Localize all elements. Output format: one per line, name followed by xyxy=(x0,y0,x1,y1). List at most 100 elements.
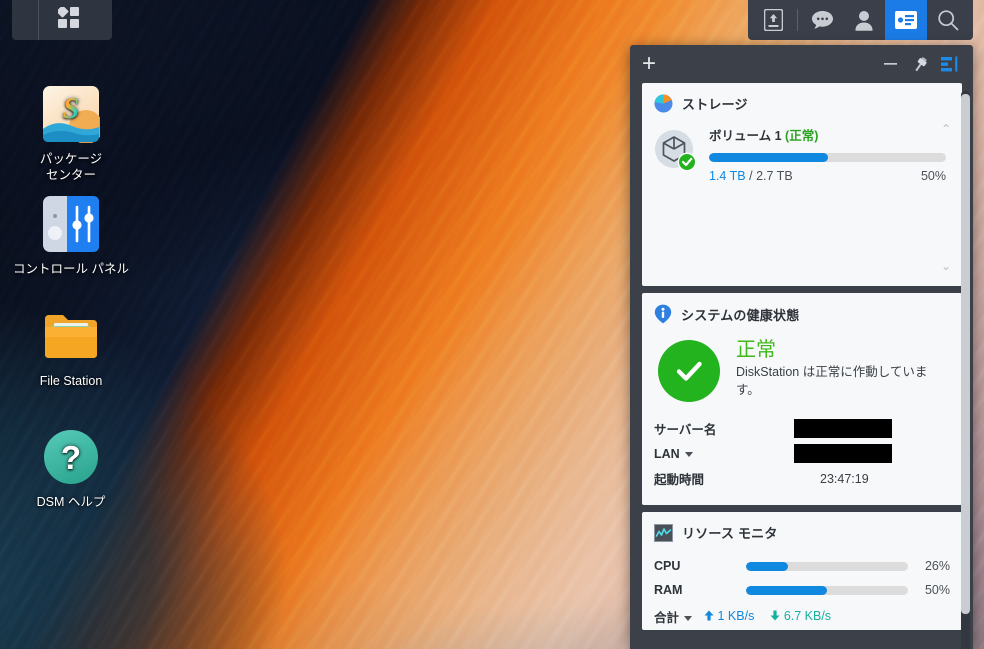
minimize-button[interactable] xyxy=(875,49,905,79)
desktop-icon-control-panel[interactable]: コントロール パネル xyxy=(6,195,136,277)
download-arrow-icon xyxy=(770,610,780,621)
network-scope-label: 合計 xyxy=(654,610,680,625)
download-speed: 6.7 KB/s xyxy=(783,609,832,623)
chevron-down-icon[interactable] xyxy=(684,451,693,457)
dsm-help-icon: ? xyxy=(41,428,101,488)
minimize-icon xyxy=(883,63,897,65)
volume-stats: 1.4 TB / 2.7 TB 50% xyxy=(709,169,946,183)
health-value xyxy=(794,419,892,438)
widgets-toggle-button[interactable] xyxy=(885,0,927,40)
pin-icon xyxy=(914,56,927,71)
volume-separator: / xyxy=(749,169,753,183)
storage-header: ストレージ xyxy=(642,83,962,119)
dock-button[interactable] xyxy=(935,49,965,79)
desktop-icon-label: File Station xyxy=(39,374,103,388)
resource-monitor-icon xyxy=(654,523,673,542)
resource-title: リソース モニタ xyxy=(682,526,778,541)
health-check-badge xyxy=(658,340,720,402)
lan-label: LAN xyxy=(654,446,680,461)
health-text: 正常 DiskStation は正常に作動しています。 xyxy=(736,338,950,402)
taskbar-right-divider xyxy=(797,9,798,31)
info-pin-icon xyxy=(654,304,672,324)
health-details-table: サーバー名 LAN 起動時間 23:47:19 xyxy=(642,402,962,491)
taskbar-right xyxy=(748,0,973,40)
chat-bubble-icon xyxy=(811,11,833,29)
cpu-bar-track xyxy=(746,561,908,571)
cpu-bar xyxy=(746,561,908,571)
health-status: 正常 xyxy=(736,339,776,361)
redacted-server-name xyxy=(794,419,892,438)
main-menu-button[interactable] xyxy=(56,5,80,34)
cpu-bar-fill xyxy=(746,561,789,571)
cpu-percent: 26% xyxy=(924,559,950,573)
storage-title: ストレージ xyxy=(682,97,748,112)
volume-usage-fill xyxy=(709,153,828,162)
volume-row[interactable]: ボリューム 1 (正常) 1.4 TB / 2.7 TB 50% xyxy=(642,119,962,183)
grid-menu-icon xyxy=(56,5,79,28)
volume-title: ボリューム 1 (正常) xyxy=(709,125,946,144)
system-health-widget: システムの健康状態 正常 DiskStation は正常に作動しています。 サー… xyxy=(642,293,962,505)
widget-panel-scrollbar-thumb[interactable] xyxy=(961,94,970,614)
volume-info: ボリューム 1 (正常) 1.4 TB / 2.7 TB 50% xyxy=(709,125,950,183)
health-label: 起動時間 xyxy=(654,473,705,487)
desktop-icon-file-station[interactable]: File Station xyxy=(6,307,136,389)
ram-label: RAM xyxy=(654,583,683,597)
ram-percent: 50% xyxy=(924,583,950,597)
health-description: DiskStation は正常に作動しています。 xyxy=(736,365,928,397)
search-button[interactable] xyxy=(927,0,969,40)
widget-panel-scrollbar[interactable] xyxy=(961,91,970,649)
desktop-icon-label: DSM ヘルプ xyxy=(36,495,106,509)
desktop-icon-label: コントロール パネル xyxy=(13,262,129,276)
user-account-button[interactable] xyxy=(843,0,885,40)
svg-text:?: ? xyxy=(61,439,81,476)
taskbar-divider xyxy=(38,0,39,40)
desktop-icon-dsm-help[interactable]: ? DSM ヘルプ xyxy=(6,428,136,510)
ram-bar-track xyxy=(746,585,908,595)
volume-capacity: 1.4 TB / 2.7 TB xyxy=(709,169,793,183)
taskbar-left xyxy=(12,0,112,40)
dock-right-icon xyxy=(941,56,958,72)
check-icon xyxy=(676,361,702,381)
storage-scroll-down-button[interactable]: ⌄ xyxy=(941,260,951,272)
volume-usage-bar xyxy=(709,153,946,162)
storage-widget: ストレージ ボリューム 1 (正常) 1.4 TB / 2.7 TB 50% ⌃… xyxy=(642,83,962,286)
resource-metrics: CPU 26% RAM 50% 合計 1 KB/s 6.7 KB/s xyxy=(642,548,962,628)
volume-total: 2.7 TB xyxy=(756,169,793,183)
resource-header: リソース モニタ xyxy=(642,512,962,548)
health-title: システムの健康状態 xyxy=(681,307,800,323)
health-row-lan[interactable]: LAN xyxy=(654,441,950,466)
resource-row-ram: RAM 50% xyxy=(654,578,950,602)
upload-arrow-icon xyxy=(704,610,714,621)
control-panel-icon xyxy=(41,195,101,255)
ram-bar-fill xyxy=(746,585,827,595)
upload-speed: 1 KB/s xyxy=(717,609,755,623)
network-upload: 1 KB/s xyxy=(704,609,754,623)
pin-button[interactable] xyxy=(905,49,935,79)
add-widget-button[interactable]: + xyxy=(642,52,656,76)
widget-panel-header: + xyxy=(630,45,973,83)
health-label: サーバー名 xyxy=(654,423,717,437)
health-value xyxy=(794,444,892,463)
widget-panel-icon xyxy=(895,11,917,29)
desktop-icon-package-center[interactable]: S パッケージ センター xyxy=(6,85,136,183)
svg-text:S: S xyxy=(63,92,80,125)
health-row-uptime: 起動時間 23:47:19 xyxy=(654,466,950,491)
notifications-button[interactable] xyxy=(801,0,843,40)
person-icon xyxy=(855,10,873,31)
chevron-down-icon[interactable] xyxy=(684,615,693,621)
volume-percent: 50% xyxy=(920,169,946,183)
desktop-icon-label: パッケージ xyxy=(39,152,103,166)
ram-bar xyxy=(746,585,908,595)
volume-status: (正常) xyxy=(785,129,819,143)
resource-network-row[interactable]: 合計 1 KB/s 6.7 KB/s xyxy=(654,604,950,628)
storage-scroll-up-button[interactable]: ⌃ xyxy=(941,123,951,135)
redacted-lan-address xyxy=(794,444,892,463)
resource-monitor-widget: リソース モニタ CPU 26% RAM 50% 合計 1 KB/s 6.7 K… xyxy=(642,512,962,630)
cpu-label: CPU xyxy=(654,559,681,573)
package-center-icon: S xyxy=(41,85,103,145)
upload-queue-button[interactable] xyxy=(752,0,794,40)
desktop-icon-label-2: センター xyxy=(45,168,96,182)
widget-panel-body: ストレージ ボリューム 1 (正常) 1.4 TB / 2.7 TB 50% ⌃… xyxy=(630,83,973,649)
network-scope[interactable]: 合計 xyxy=(654,607,693,626)
resource-row-cpu: CPU 26% xyxy=(654,554,950,578)
